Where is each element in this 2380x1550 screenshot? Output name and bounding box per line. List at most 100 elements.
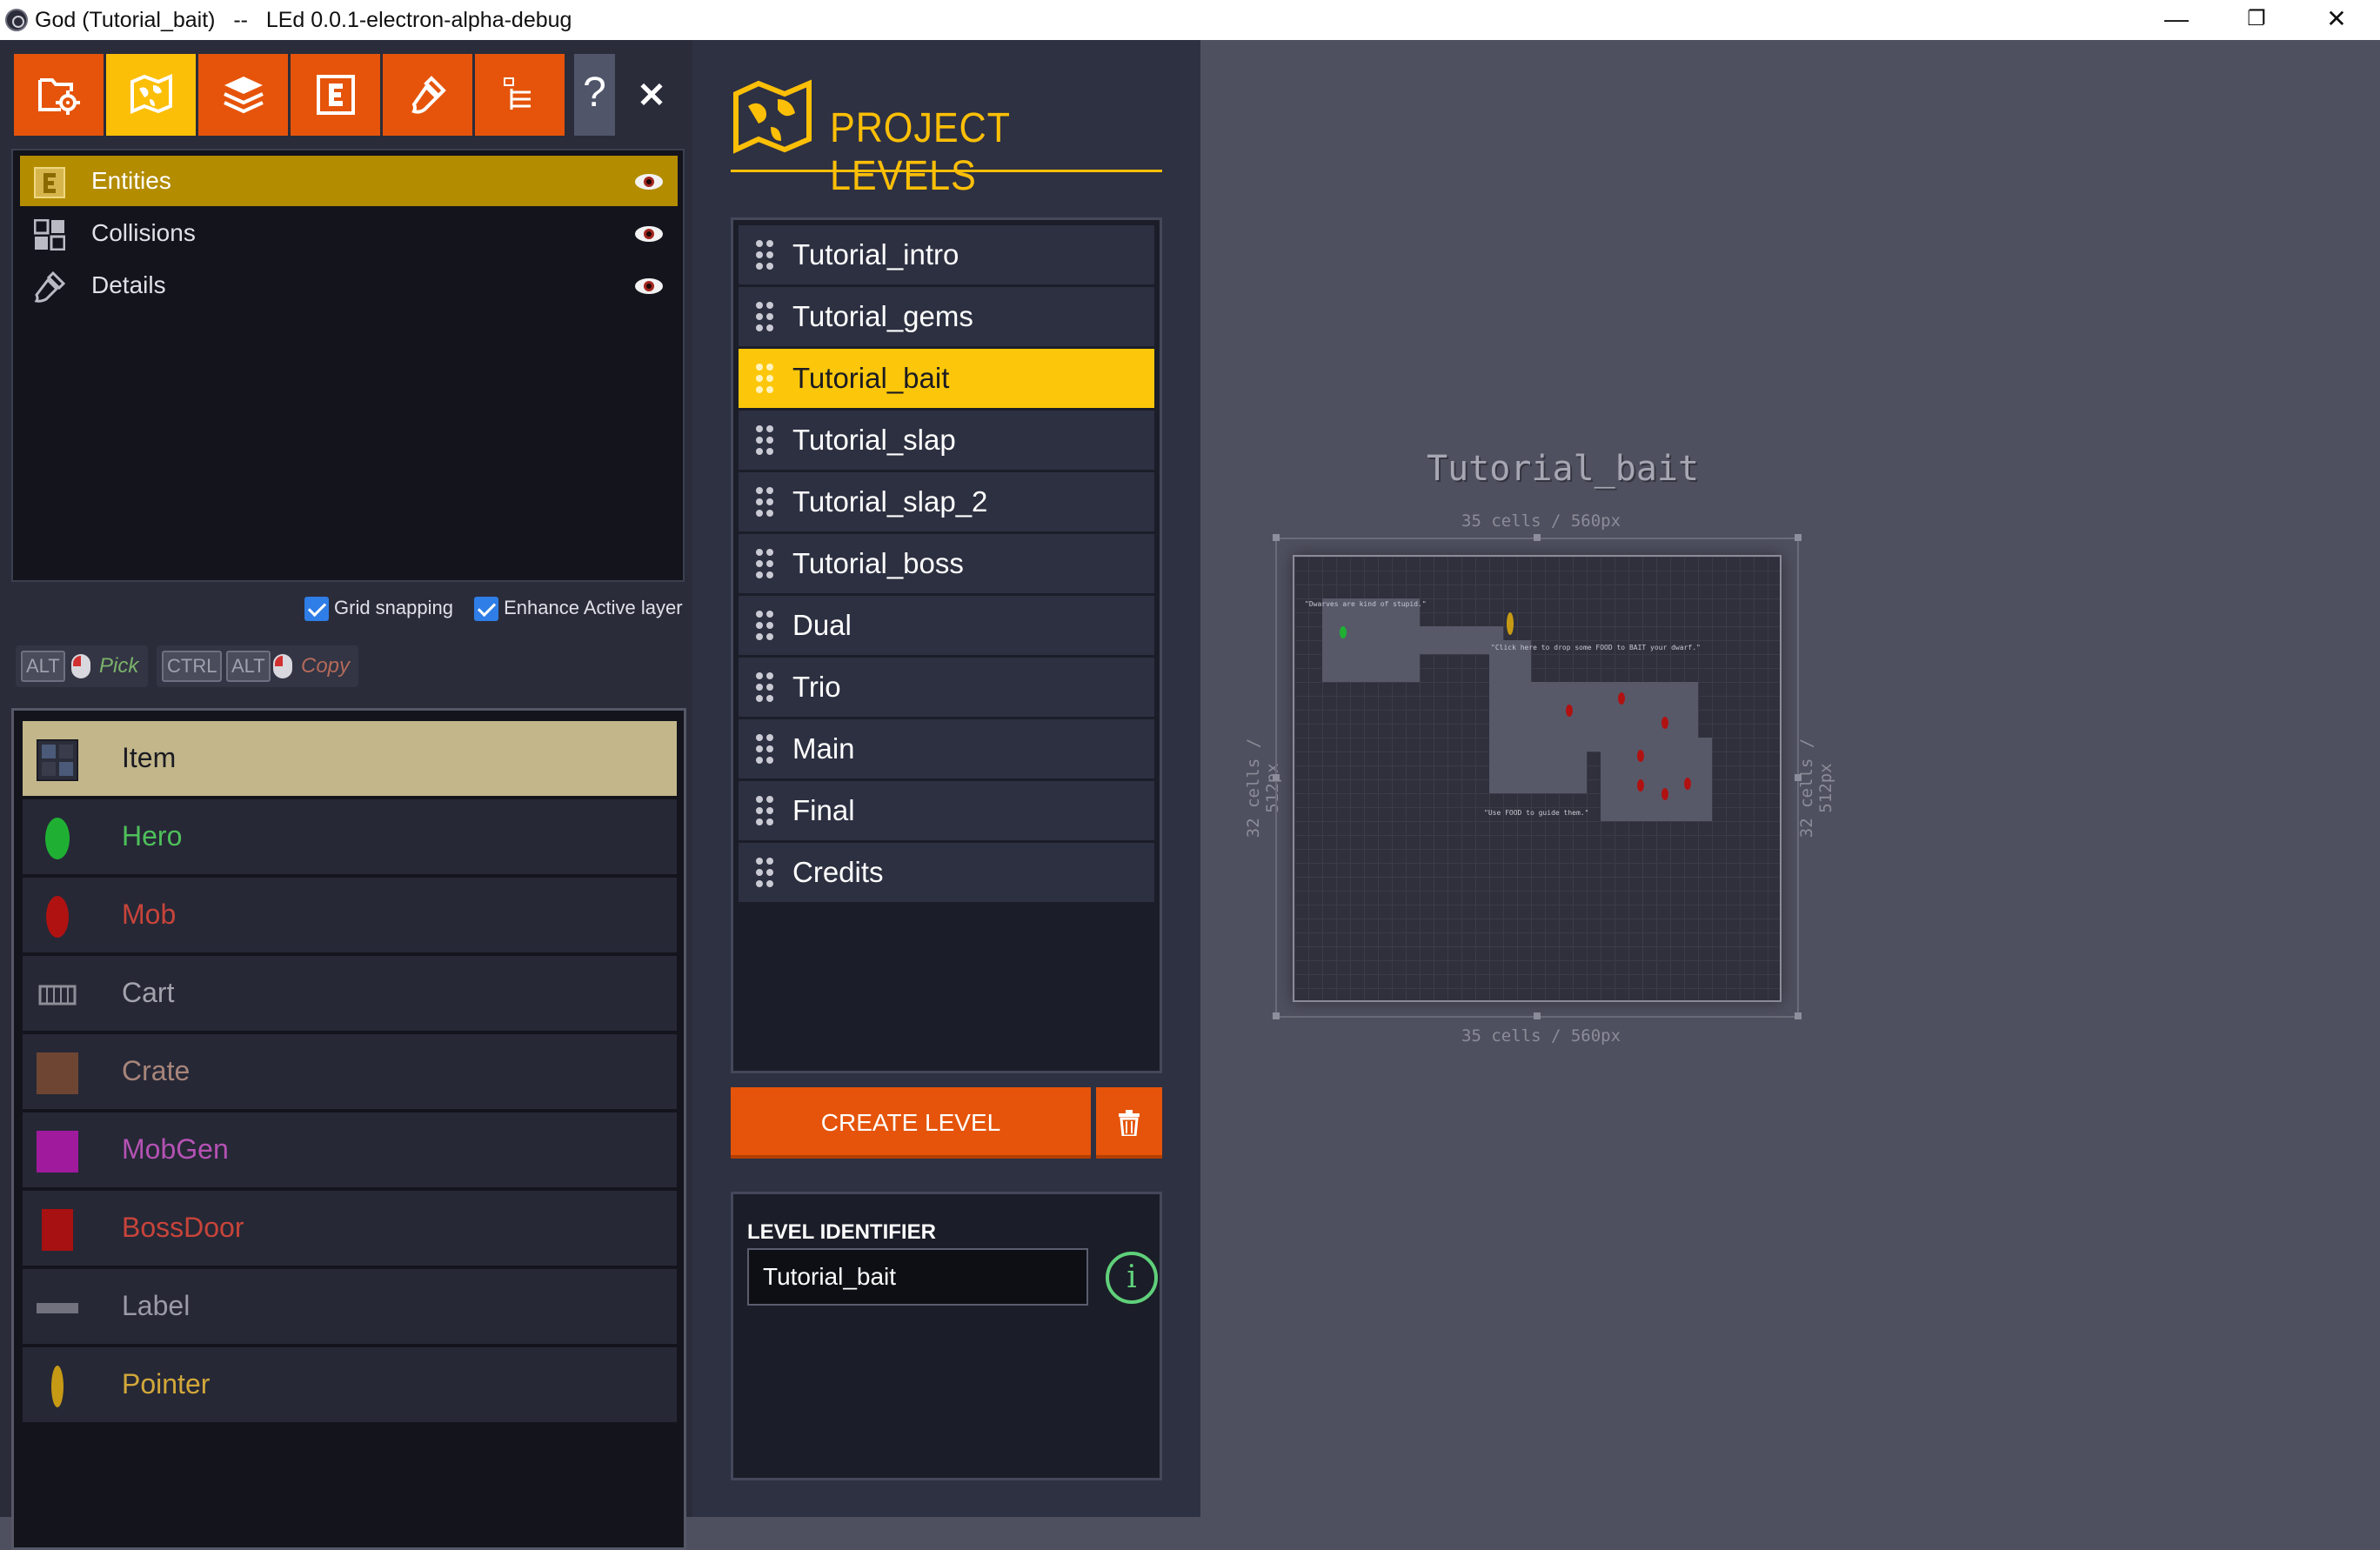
resize-handle[interactable] xyxy=(1273,774,1280,781)
info-icon[interactable]: i xyxy=(1106,1252,1158,1304)
resize-handle[interactable] xyxy=(1273,534,1280,541)
drag-handle-icon[interactable] xyxy=(756,364,773,393)
purple-square-icon xyxy=(37,1131,78,1173)
level-label: Tutorial_slap_2 xyxy=(792,485,988,518)
entity-label: Cart xyxy=(122,977,175,1008)
level-item-tutorial-intro[interactable]: Tutorial_intro xyxy=(739,225,1154,284)
level-label: Tutorial_boss xyxy=(792,547,964,579)
grid-snapping-checkbox[interactable] xyxy=(304,597,329,622)
enhance-active-layer-label: Enhance Active layer xyxy=(504,597,683,619)
entity-item-item[interactable]: Item xyxy=(23,721,677,796)
entity-item-hero[interactable]: Hero xyxy=(23,799,677,874)
enhance-active-layer-checkbox[interactable] xyxy=(474,597,499,622)
yellow-ellipse-icon xyxy=(51,1366,64,1407)
level-label: Final xyxy=(792,794,855,826)
level-label: Tutorial_bait xyxy=(792,362,950,394)
layers-button[interactable] xyxy=(198,54,288,136)
layer-label: Entities xyxy=(91,167,171,194)
pointer-entity-marker xyxy=(1507,612,1514,635)
project-levels-panel: PROJECT LEVELS Tutorial_intro Tutorial_g… xyxy=(692,40,1200,1517)
level-item-credits[interactable]: Credits xyxy=(739,843,1154,902)
drag-handle-icon[interactable] xyxy=(756,425,773,455)
eye-visibility-icon[interactable] xyxy=(634,225,664,243)
grid-snapping-option[interactable]: Grid snapping xyxy=(304,597,453,622)
close-window-button[interactable]: ✕ xyxy=(2296,0,2377,40)
level-item-dual[interactable]: Dual xyxy=(739,596,1154,655)
entity-item-label[interactable]: Label xyxy=(23,1269,677,1344)
eye-visibility-icon[interactable] xyxy=(634,277,664,295)
level-identifier-input[interactable] xyxy=(747,1248,1088,1306)
entities-button[interactable] xyxy=(291,54,380,136)
entity-item-bossdoor[interactable]: BossDoor xyxy=(23,1191,677,1266)
help-button[interactable]: ? xyxy=(574,54,615,136)
edit-button[interactable] xyxy=(383,54,472,136)
window-title: God (Tutorial_bait) -- LEd 0.0.1-electro… xyxy=(35,8,572,32)
level-item-trio[interactable]: Trio xyxy=(739,658,1154,717)
resize-handle[interactable] xyxy=(1795,534,1802,541)
eye-visibility-icon[interactable] xyxy=(634,173,664,190)
level-item-tutorial-boss[interactable]: Tutorial_boss xyxy=(739,534,1154,593)
drag-handle-icon[interactable] xyxy=(756,240,773,270)
level-label: Dual xyxy=(792,609,852,641)
drag-handle-icon[interactable] xyxy=(756,734,773,764)
minimize-button[interactable]: — xyxy=(2136,0,2216,40)
mob-entity-marker xyxy=(1637,779,1644,792)
entity-item-crate[interactable]: Crate xyxy=(23,1034,677,1109)
entity-item-mobgen[interactable]: MobGen xyxy=(23,1112,677,1187)
green-ellipse-icon xyxy=(45,818,70,859)
mouse-click-icon xyxy=(71,654,90,678)
drag-handle-icon[interactable] xyxy=(756,549,773,578)
levels-button[interactable] xyxy=(106,54,196,136)
drag-handle-icon[interactable] xyxy=(756,672,773,702)
red-ellipse-icon xyxy=(46,896,69,938)
item-tileset-icon xyxy=(37,739,78,781)
entity-list: Item Hero Mob Cart Crate MobGen BossDoor… xyxy=(11,708,686,1550)
delete-level-button[interactable] xyxy=(1096,1087,1162,1159)
map-room xyxy=(1531,752,1587,793)
close-panel-button[interactable]: ✕ xyxy=(632,57,672,136)
layer-item-collisions[interactable]: Collisions xyxy=(20,208,678,258)
resize-handle[interactable] xyxy=(1534,1012,1541,1019)
copy-label: Copy xyxy=(301,654,351,678)
level-item-tutorial-gems[interactable]: Tutorial_gems xyxy=(739,287,1154,346)
brush-icon xyxy=(34,271,65,303)
resize-handle[interactable] xyxy=(1534,534,1541,541)
drag-handle-icon[interactable] xyxy=(756,487,773,517)
world-map-icon xyxy=(733,79,812,154)
resize-handle[interactable] xyxy=(1273,1012,1280,1019)
level-item-tutorial-bait[interactable]: Tutorial_bait xyxy=(739,349,1154,408)
grid-snapping-label: Grid snapping xyxy=(334,597,453,619)
mob-entity-marker xyxy=(1684,778,1691,790)
enhance-active-layer-option[interactable]: Enhance Active layer xyxy=(474,597,683,622)
layer-item-details[interactable]: Details xyxy=(20,260,678,311)
project-settings-button[interactable] xyxy=(14,54,104,136)
level-item-tutorial-slap[interactable]: Tutorial_slap xyxy=(739,411,1154,470)
level-item-main[interactable]: Main xyxy=(739,719,1154,778)
entity-label: Pointer xyxy=(122,1368,211,1400)
map-room xyxy=(1322,598,1420,682)
alt-key: ALT xyxy=(21,651,65,682)
entity-item-mob[interactable]: Mob xyxy=(23,878,677,952)
drag-handle-icon[interactable] xyxy=(756,858,773,887)
maximize-button[interactable]: ❐ xyxy=(2216,0,2296,40)
resize-handle[interactable] xyxy=(1795,774,1802,781)
entity-label: MobGen xyxy=(122,1133,229,1165)
drag-handle-icon[interactable] xyxy=(756,796,773,825)
layer-item-entities[interactable]: Entities xyxy=(20,156,678,206)
enums-button[interactable] xyxy=(475,54,565,136)
level-map-preview[interactable]: "Dwarves are kind of stupid." "Click her… xyxy=(1293,555,1782,1002)
entity-item-cart[interactable]: Cart xyxy=(23,956,677,1031)
cart-icon xyxy=(38,985,77,1005)
level-item-tutorial-slap-2[interactable]: Tutorial_slap_2 xyxy=(739,472,1154,531)
resize-handle[interactable] xyxy=(1795,1012,1802,1019)
level-item-final[interactable]: Final xyxy=(739,781,1154,840)
intgrid-icon xyxy=(34,219,65,251)
pick-shortcut: ALT Pick xyxy=(16,645,148,687)
trash-icon xyxy=(1119,1110,1140,1136)
drag-handle-icon[interactable] xyxy=(756,302,773,331)
create-level-button[interactable]: CREATE LEVEL xyxy=(731,1087,1091,1159)
entity-item-pointer[interactable]: Pointer xyxy=(23,1347,677,1422)
red-square-icon xyxy=(42,1209,73,1251)
drag-handle-icon[interactable] xyxy=(756,611,773,640)
level-identifier-label: LEVEL IDENTIFIER xyxy=(747,1220,936,1244)
